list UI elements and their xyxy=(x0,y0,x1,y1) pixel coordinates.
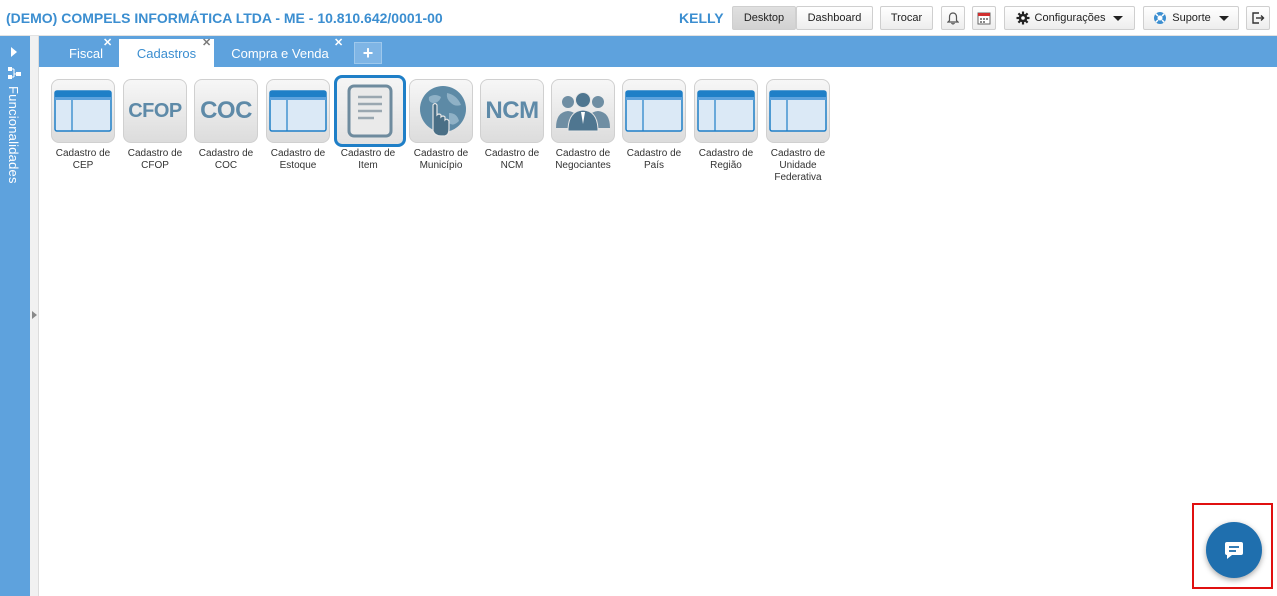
document-icon xyxy=(347,84,393,138)
desktop-button-label: Desktop xyxy=(743,12,785,24)
suporte-dropdown[interactable]: Suporte xyxy=(1143,6,1239,30)
chevron-down-icon xyxy=(1218,15,1229,21)
splitter-arrow-icon[interactable] xyxy=(32,311,37,319)
app-label: Cadastro de Item xyxy=(340,148,396,171)
app-label: Cadastro de Negociantes xyxy=(555,148,611,171)
configuracoes-label: Configurações xyxy=(1034,12,1106,24)
app-icon-box[interactable] xyxy=(766,79,830,143)
add-tab-button[interactable]: + xyxy=(354,42,382,64)
app-cadastro-item[interactable]: Cadastro de Item xyxy=(334,75,406,172)
app-cadastro-coc[interactable]: COC Cadastro de COC xyxy=(192,79,260,172)
tab-bar: Fiscal ✕ Cadastros ✕ Compra e Venda ✕ + xyxy=(39,36,1277,67)
user-name[interactable]: KELLY xyxy=(679,10,724,26)
window-icon xyxy=(769,90,827,132)
app-label: Cadastro de Município xyxy=(413,148,469,171)
ncm-icon: NCM xyxy=(485,97,539,124)
app-icon-box[interactable] xyxy=(622,79,686,143)
desktop-button[interactable]: Desktop xyxy=(732,6,796,30)
app-icon-box[interactable]: COC xyxy=(194,79,258,143)
app-icon-box[interactable] xyxy=(694,79,758,143)
app-label: Cadastro de Região xyxy=(698,148,754,171)
top-header: (DEMO) COMPELS INFORMÁTICA LTDA - ME - 1… xyxy=(0,0,1277,36)
dashboard-button-label: Dashboard xyxy=(807,12,862,24)
gear-icon xyxy=(1016,11,1030,25)
chat-icon xyxy=(1225,542,1243,559)
app-label: Cadastro de COC xyxy=(198,148,254,171)
app-icon-box[interactable] xyxy=(409,79,473,143)
app-label: Cadastro de NCM xyxy=(484,148,540,171)
tab-cadastros-close-icon[interactable]: ✕ xyxy=(202,38,211,49)
window-icon xyxy=(625,90,683,132)
tree-icon xyxy=(8,67,21,79)
app-icon-box[interactable]: CFOP xyxy=(123,79,187,143)
app-cadastro-regiao[interactable]: Cadastro de Região xyxy=(692,79,760,172)
app-label: Cadastro de Unidade Federativa xyxy=(770,148,826,183)
app-cadastro-ncm[interactable]: NCM Cadastro de NCM xyxy=(478,79,546,172)
tab-fiscal-close-icon[interactable]: ✕ xyxy=(103,38,112,49)
window-icon xyxy=(269,90,327,132)
bell-icon xyxy=(947,11,959,25)
tab-cadastros[interactable]: Cadastros xyxy=(119,39,214,67)
dashboard-button[interactable]: Dashboard xyxy=(796,6,873,30)
trocar-button[interactable]: Trocar xyxy=(880,6,933,30)
sidebar-expand-icon[interactable] xyxy=(11,47,17,57)
suporte-label: Suporte xyxy=(1172,12,1211,24)
window-icon xyxy=(54,90,112,132)
app-icon-box[interactable] xyxy=(266,79,330,143)
people-icon xyxy=(556,92,610,132)
company-title: (DEMO) COMPELS INFORMÁTICA LTDA - ME - 1… xyxy=(6,10,443,26)
chat-button[interactable] xyxy=(1206,522,1262,578)
app-cadastro-negociantes[interactable]: Cadastro de Negociantes xyxy=(549,79,617,172)
tab-compra-e-venda[interactable]: Compra e Venda xyxy=(224,39,336,67)
coc-icon: COC xyxy=(200,97,252,124)
calendar-button[interactable] xyxy=(972,6,996,30)
chevron-down-icon xyxy=(1113,15,1124,21)
logout-icon xyxy=(1252,12,1265,24)
app-icon-box[interactable] xyxy=(334,75,406,147)
plus-icon: + xyxy=(362,42,374,63)
app-label: Cadastro de CFOP xyxy=(127,148,183,171)
tab-label: Fiscal xyxy=(69,45,103,61)
app-cadastro-cep[interactable]: Cadastro de CEP xyxy=(49,79,117,172)
notification-button[interactable] xyxy=(941,6,965,30)
app-icon-box[interactable] xyxy=(51,79,115,143)
desktop-content: Cadastro de CEP CFOP Cadastro de CFOP CO… xyxy=(40,67,1277,596)
configuracoes-dropdown[interactable]: Configurações xyxy=(1004,6,1135,30)
tab-label: Compra e Venda xyxy=(231,45,329,61)
globe-hand-icon xyxy=(420,86,466,137)
app-cadastro-estoque[interactable]: Cadastro de Estoque xyxy=(264,79,332,172)
app-label: Cadastro de Estoque xyxy=(270,148,326,171)
sidebar: Funcionalidades xyxy=(0,36,30,596)
support-icon xyxy=(1154,12,1167,24)
app-cadastro-pais[interactable]: Cadastro de País xyxy=(620,79,688,172)
app-icon-box[interactable] xyxy=(551,79,615,143)
app-icon-box[interactable]: NCM xyxy=(480,79,544,143)
trocar-button-label: Trocar xyxy=(890,12,923,24)
logout-button[interactable] xyxy=(1246,6,1270,30)
tab-compra-e-venda-close-icon[interactable]: ✕ xyxy=(334,38,343,49)
app-cadastro-unidade-federativa[interactable]: Cadastro de Unidade Federativa xyxy=(764,79,832,184)
app-label: Cadastro de País xyxy=(626,148,682,171)
sidebar-splitter[interactable] xyxy=(30,36,39,596)
app-cadastro-municipio[interactable]: Cadastro de Município xyxy=(407,79,475,172)
window-icon xyxy=(697,90,755,132)
app-label: Cadastro de CEP xyxy=(55,148,111,171)
calendar-icon xyxy=(977,12,991,25)
app-cadastro-cfop[interactable]: CFOP Cadastro de CFOP xyxy=(121,79,189,172)
funcionalidades-label[interactable]: Funcionalidades xyxy=(6,86,21,184)
tab-label: Cadastros xyxy=(136,45,197,61)
cfop-icon: CFOP xyxy=(128,99,182,122)
